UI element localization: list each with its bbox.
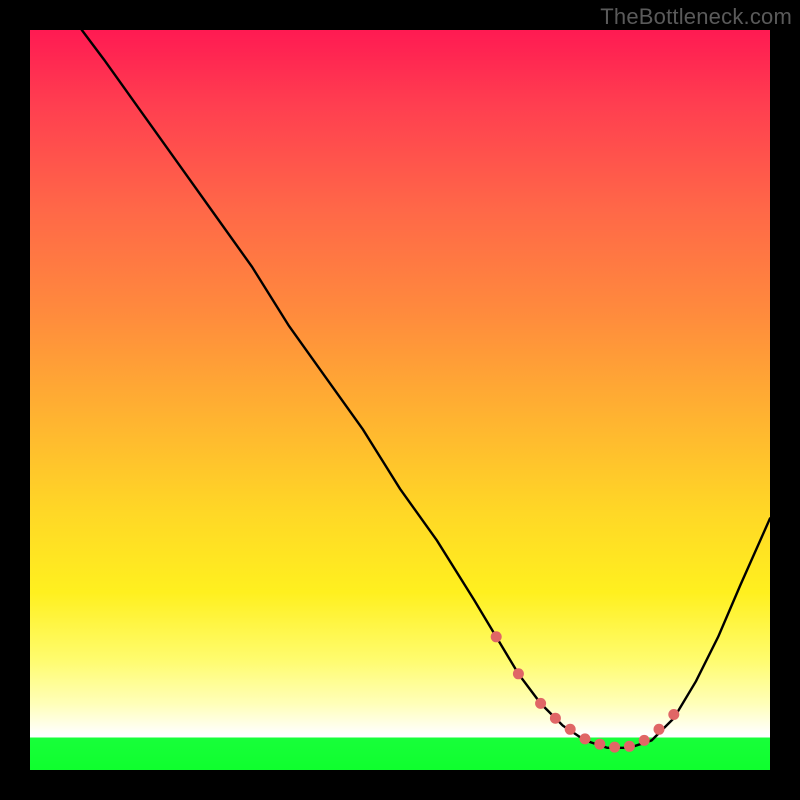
highlight-dot [491, 631, 502, 642]
chart-frame: TheBottleneck.com [0, 0, 800, 800]
highlight-dot [535, 698, 546, 709]
highlight-dot [580, 733, 591, 744]
highlight-dot [624, 741, 635, 752]
highlight-dot [565, 724, 576, 735]
plot-area [30, 30, 770, 770]
curve-svg [30, 30, 770, 770]
highlight-dot [654, 724, 665, 735]
highlight-dot [668, 709, 679, 720]
watermark-text: TheBottleneck.com [600, 4, 792, 30]
highlight-dot [594, 739, 605, 750]
highlight-dot [513, 668, 524, 679]
highlight-dots [491, 631, 680, 752]
bottleneck-curve [82, 30, 770, 748]
highlight-dot [639, 735, 650, 746]
highlight-dot [609, 742, 620, 753]
highlight-dot [550, 713, 561, 724]
